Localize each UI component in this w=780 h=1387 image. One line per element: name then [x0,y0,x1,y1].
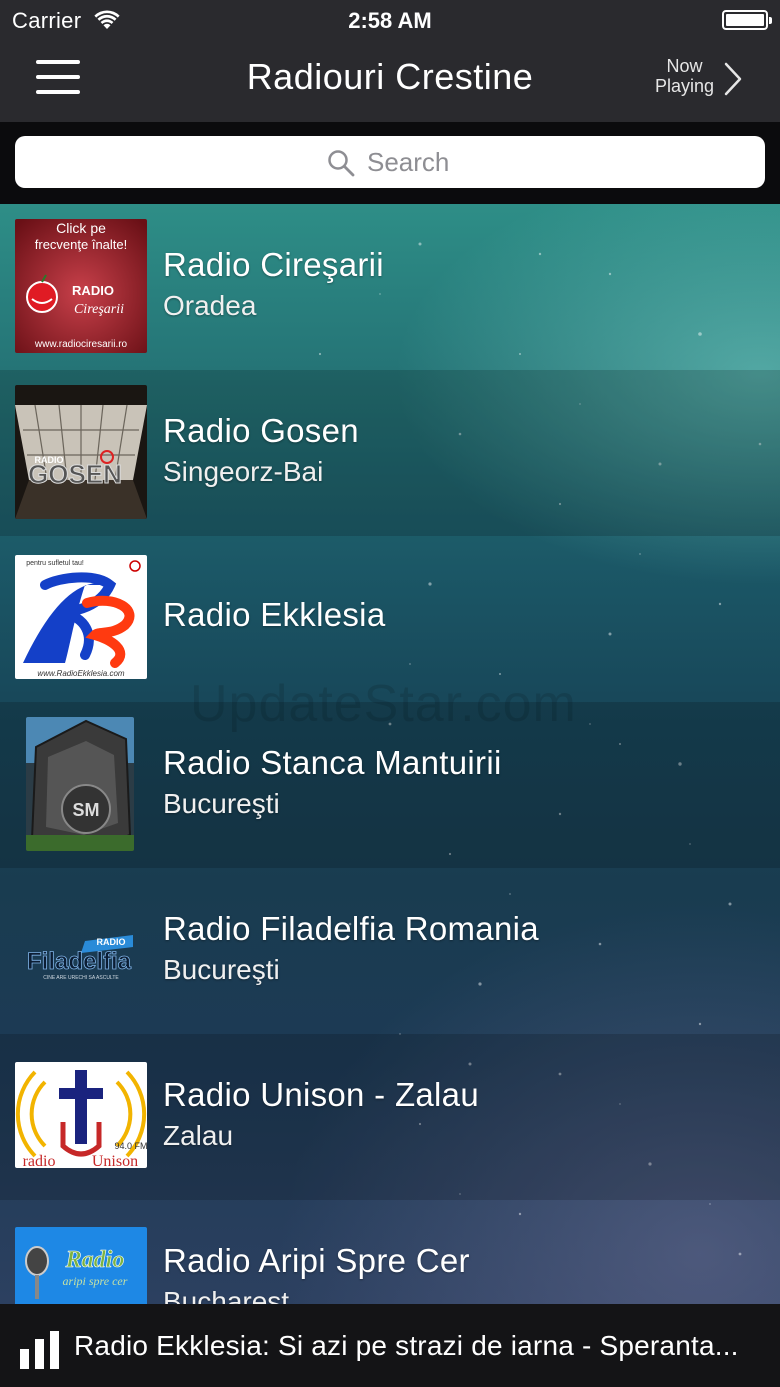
logo-text: RADIO [97,937,126,947]
logo-text: radio [23,1153,56,1168]
station-logo: pentru sufletul tau! www.RadioEkklesia.c… [15,555,147,679]
logo-text: frecvenţe înalte! [35,237,128,252]
station-name: Radio Aripi Spre Cer [163,1242,470,1279]
station-city: Bucureşti [163,954,280,985]
top-bar: Carrier 2:58 AM Radiouri Crestine Now Pl… [0,0,780,122]
station-name: Radio Ekklesia [163,596,386,633]
logo-text: Cireşarii [74,302,124,317]
station-list[interactable]: UpdateStar.com Click pe frecvenţe înalte… [0,204,780,1304]
station-name: Radio Unison - Zalau [163,1076,479,1113]
station-row[interactable]: 94.0 FM radio Unison Radio Unison - Zala… [0,1034,780,1200]
chevron-right-icon [724,62,742,96]
logo-text: Radio [65,1247,125,1273]
now-playing-track: Radio Ekklesia: Si azi pe strazi de iarn… [74,1330,739,1361]
logo-text: Filadelfia [27,948,132,975]
station-row[interactable]: RADIO Filadelfia CINE ARE URECHI SA ASCU… [0,868,780,1034]
station-city: Oradea [163,290,257,321]
station-logo: 94.0 FM radio Unison [15,1062,147,1168]
logo-text: pentru sufletul tau! [26,560,84,567]
search-field[interactable] [15,136,765,188]
station-city: Bucharest [163,1286,290,1304]
station-name: Radio Gosen [163,412,359,449]
station-logo: Radio aripi spre cer [15,1227,147,1304]
logo-text: Click pe [56,220,106,236]
search-icon [328,150,355,177]
logo-text: RADIO [72,283,114,298]
station-name: Radio Filadelfia Romania [163,910,539,947]
logo-text: SM [73,800,100,820]
station-city: Zalau [163,1120,234,1151]
now-playing-button[interactable]: Now Playing [642,56,742,102]
logo-text: 94.0 FM [114,1141,147,1151]
equalizer-icon [20,1331,59,1369]
station-row[interactable]: RADIO GOSEN Radio Gosen Singeorz-Bai [0,370,780,536]
logo-text: www.radiociresarii.ro [34,339,128,350]
station-logo: RADIO GOSEN [15,385,147,519]
clock: 2:58 AM [348,8,432,33]
station-logo: SM [26,717,134,851]
mini-player-bar[interactable]: Radio Ekklesia: Si azi pe strazi de iarn… [0,1304,780,1387]
search-input[interactable] [367,144,747,180]
station-row[interactable]: Radio aripi spre cer Radio Aripi Spre Ce… [0,1200,780,1304]
now-playing-label-line2: Playing [654,76,714,96]
status-bar: Carrier 2:58 AM [0,0,780,40]
station-logo: Click pe frecvenţe înalte! RADIO Cireşar… [15,219,147,353]
logo-text: aripi spre cer [63,1274,128,1288]
logo-text: CINE ARE URECHI SA ASCULTE [43,975,119,981]
search-bar-container [0,122,780,204]
now-playing-label-line1: Now [666,56,703,76]
station-row[interactable]: SM Radio Stanca Mantuirii Bucureşti [0,702,780,868]
station-name: Radio Cireşarii [163,246,384,283]
station-row[interactable]: Click pe frecvenţe înalte! RADIO Cireşar… [0,204,780,370]
nav-bar: Radiouri Crestine Now Playing [0,40,780,122]
logo-text: www.RadioEkklesia.com [37,669,124,678]
battery-icon [722,10,772,30]
station-row[interactable]: pentru sufletul tau! www.RadioEkklesia.c… [0,536,780,702]
station-logo: RADIO Filadelfia CINE ARE URECHI SA ASCU… [15,883,147,1017]
station-name: Radio Stanca Mantuirii [163,744,502,781]
station-city: Singeorz-Bai [163,456,324,487]
logo-text: Unison [92,1153,138,1168]
station-city: Bucureşti [163,788,280,819]
